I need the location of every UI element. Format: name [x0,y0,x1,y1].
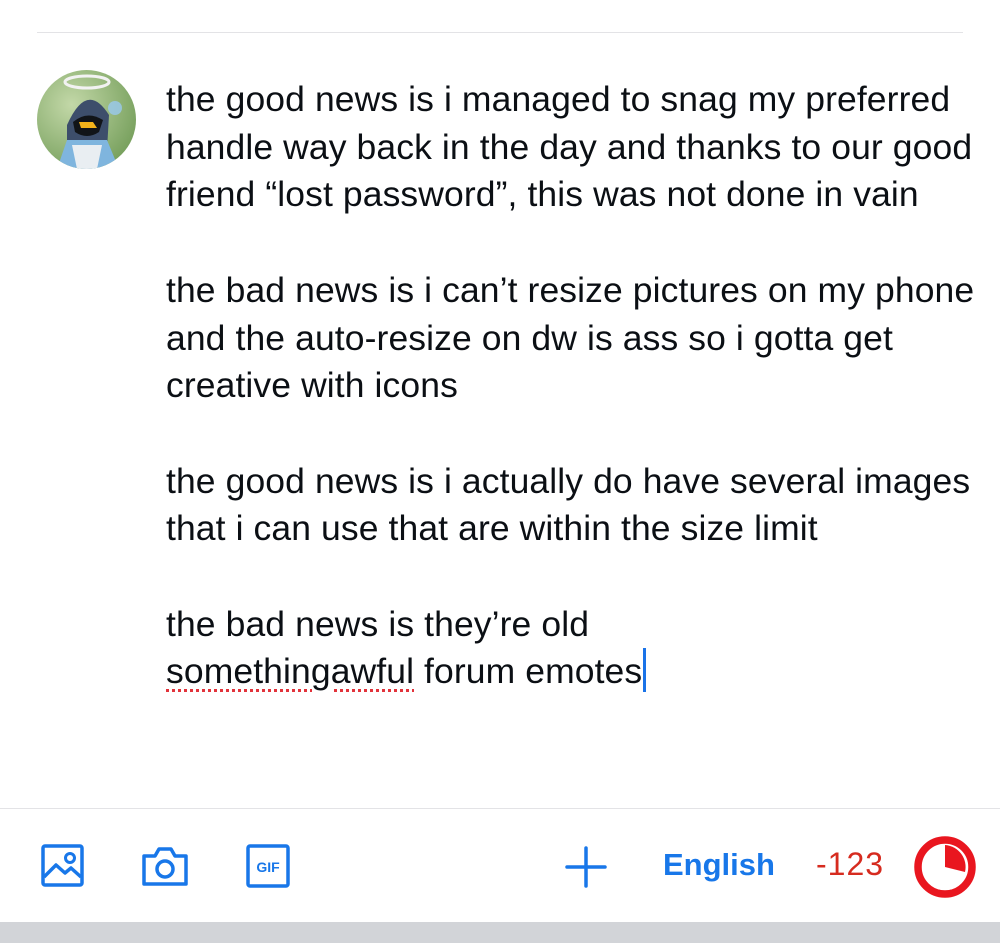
camera-icon[interactable] [141,844,189,887]
misspelled-word[interactable]: somethingawful [166,651,414,691]
gif-label: GIF [256,859,280,875]
keyboard-edge [0,922,1000,943]
post-composer-text[interactable]: the good news is i managed to snag my pr… [166,76,976,696]
language-selector[interactable]: English [663,847,775,883]
character-limit-progress-ring [913,835,977,899]
post-paragraph: the good news is i managed to snag my pr… [166,79,973,215]
avatar[interactable] [37,70,136,169]
post-paragraph-text: the bad news is they’re old [166,603,590,644]
gif-icon[interactable]: GIF [246,844,290,888]
post-paragraph: the bad news is they’re old somethingawfu… [166,601,976,696]
text-cursor [643,648,647,693]
post-paragraph-text: forum emotes [414,651,643,692]
post-paragraph: the bad news is i can’t resize pictures … [166,269,975,406]
add-icon[interactable] [565,846,607,888]
composer-toolbar: GIF English -123 [0,809,1000,922]
post-paragraph: the good news is i actually do have seve… [166,460,971,549]
character-count: -123 [816,846,885,882]
image-icon[interactable] [41,844,84,887]
top-divider [37,32,963,33]
